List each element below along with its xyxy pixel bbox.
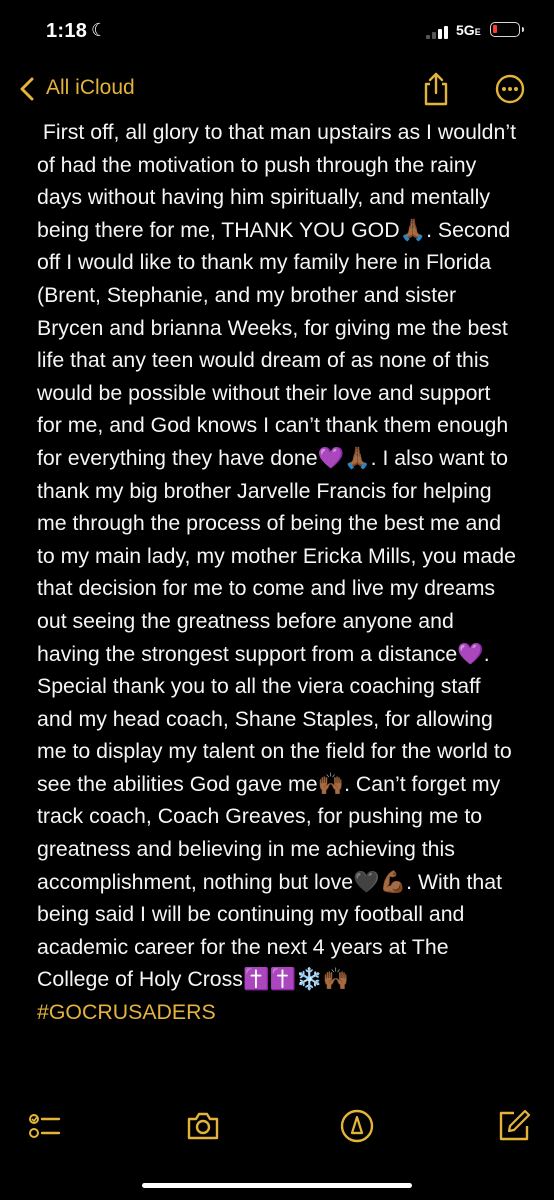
hashtag[interactable]: #GOCRUSADERS [37, 1000, 216, 1024]
markup-pen-icon[interactable] [339, 1108, 375, 1144]
network-type: 5GE [456, 22, 481, 38]
home-indicator[interactable] [142, 1183, 412, 1188]
camera-icon[interactable] [185, 1108, 221, 1144]
share-icon[interactable] [420, 71, 452, 107]
status-bar: 1:18 ☾ 5GE [0, 0, 554, 60]
note-body-text: First off, all glory to that man upstair… [37, 120, 522, 992]
chevron-left-icon[interactable] [16, 76, 40, 102]
do-not-disturb-moon-icon: ☾ [91, 20, 108, 40]
bottom-toolbar [0, 1100, 554, 1160]
cellular-signal-icon [426, 25, 454, 39]
status-time: 1:18 [46, 20, 88, 42]
navigation-bar: All iCloud [0, 66, 554, 114]
back-button[interactable]: All iCloud [46, 76, 135, 100]
network-suffix: E [474, 27, 481, 37]
note-text[interactable]: First off, all glory to that man upstair… [37, 116, 517, 1029]
compose-icon[interactable] [496, 1108, 532, 1144]
battery-icon [490, 22, 524, 37]
ellipsis-circle-icon[interactable] [495, 74, 525, 104]
checklist-icon[interactable] [26, 1108, 62, 1144]
